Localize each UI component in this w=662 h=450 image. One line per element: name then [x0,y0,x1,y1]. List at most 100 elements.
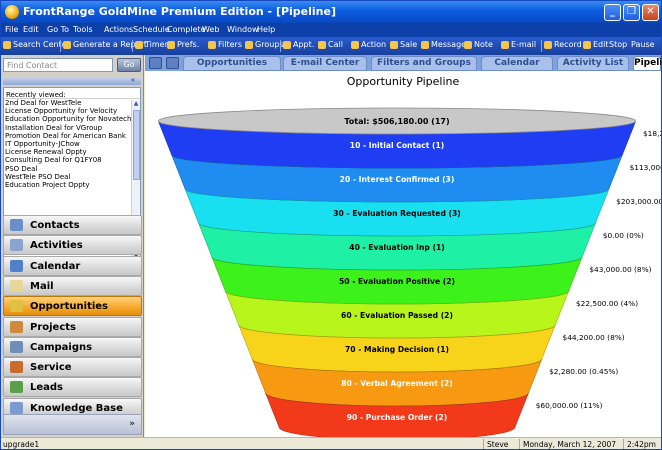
toolbar-label: Appt. [293,40,315,49]
tab-opportunities[interactable]: Opportunities [183,56,281,71]
toolbar-separator [541,40,542,52]
scroll-up-icon[interactable]: ▲ [132,100,140,108]
appointment-icon [283,41,291,49]
tab-menu-icon[interactable] [166,57,179,69]
goldmine-app-icon [5,5,19,19]
tab-activity-list[interactable]: Activity List [557,56,629,71]
nav-contacts[interactable]: Contacts [3,215,142,235]
toolbar-record-button[interactable]: Record [544,40,582,49]
funnel-stage-amount: $22,500.00 (4%) [576,299,638,308]
menu-complete[interactable]: Complete [167,25,206,34]
status-user: Steve [483,439,519,449]
scroll-thumb[interactable] [133,110,140,180]
toolbar-stop-button[interactable]: Stop [609,40,627,49]
nav-label: Leads [30,382,64,394]
toolbar-sale-button[interactable]: Sale [390,40,417,49]
nav-label: Calendar [30,260,81,272]
tab-calendar[interactable]: Calendar [481,56,553,71]
toolbar-label: Action [361,40,387,49]
menu-schedule[interactable]: Schedule [133,25,170,34]
activities-icon [10,239,23,252]
recently-viewed-header: Recently viewed: [4,88,140,99]
menu-file[interactable]: File [5,25,18,34]
nav-projects[interactable]: Projects [3,316,142,337]
nav-calendar[interactable]: Calendar [3,255,142,276]
edit-icon [583,41,591,49]
recent-item[interactable]: Education Opportunity for Novatech [4,115,131,123]
nav-service[interactable]: Service [3,357,142,378]
menu-go-to[interactable]: Go To [47,25,69,34]
recent-item[interactable]: Consulting Deal for Q1FY08 [4,156,131,164]
toolbar-label: Prefs. [177,40,200,49]
recent-item[interactable]: Promotion Deal for American Bank [4,132,131,140]
menu-window[interactable]: Window [227,25,259,34]
toolbar-separator [280,40,281,52]
tab-filters-and-groups[interactable]: Filters and Groups [371,56,477,71]
menu-help[interactable]: Help [257,25,275,34]
find-contact-input[interactable]: Find Contact [3,58,113,72]
title-bar[interactable]: FrontRange GoldMine Premium Edition - [P… [1,1,661,23]
tab-bar: Opportunities E-mail Center Filters and Gr… [145,55,661,71]
toolbar-label: E-mail [511,40,537,49]
grid-view-icon[interactable] [149,57,162,69]
toolbar-edit-button[interactable]: Edit [583,40,609,49]
tab-e-mail-center[interactable]: E-mail Center [283,56,367,71]
toolbar-prefs-button[interactable]: Prefs. [167,40,199,49]
toolbar-note-button[interactable]: Note [464,40,493,49]
toolbar-action-button[interactable]: Action [351,40,386,49]
nav-leads[interactable]: Leads [3,377,142,398]
pipeline-funnel-chart: Opportunity Pipeline Total: $506,180.00 (… [157,75,661,437]
filters-icon [208,41,216,49]
funnel-stage-label: 30 - Evaluation Requested (3) [333,209,461,218]
projects-icon [10,320,23,333]
menu-actions[interactable]: Actions [104,25,133,34]
menu-tools[interactable]: Tools [73,25,93,34]
minimize-button[interactable]: _ [604,4,621,21]
recent-item[interactable]: 2nd Deal for WestTele [4,99,131,107]
nav-opportunities[interactable]: Opportunities [3,296,142,317]
recent-item[interactable]: WestTele PSO Deal [4,173,131,181]
note-icon [464,41,472,49]
menu-edit[interactable]: Edit [23,25,39,34]
toolbar-call-button[interactable]: Call [318,40,343,49]
go-button[interactable]: Go [117,58,141,72]
status-date: Monday, March 12, 2007 [519,439,623,449]
recent-item[interactable]: License Opportunity for Velocity [4,107,131,115]
funnel-stage-amount: $0.00 (0%) [603,231,644,240]
recent-item[interactable]: License Renewal Oppty [4,148,131,156]
funnel-stage-label: 50 - Evaluation Positive (2) [339,277,455,286]
timer-icon [135,41,143,49]
nav-activities[interactable]: Activities [3,235,142,256]
service-icon [10,361,23,374]
toolbar-appt-button[interactable]: Appt. [283,40,314,49]
toolbar-label: Edit [593,40,609,49]
recent-item[interactable]: Installation Deal for VGroup [4,124,131,132]
nav-campaigns[interactable]: Campaigns [3,336,142,357]
menu-web[interactable]: Web [202,25,219,34]
toolbar-pause-button[interactable]: Pause [631,40,655,49]
prefs-icon [167,41,175,49]
maximize-button[interactable]: ❐ [623,4,640,21]
recent-item[interactable]: IT Opportunity-JChow [4,140,131,148]
toolbar-groups-button[interactable]: Groups [245,40,284,49]
funnel-stage-amount: $43,000.00 (8%) [589,265,651,274]
status-time: 2:42pm [623,439,661,449]
close-button[interactable]: ✕ [642,4,659,21]
recently-viewed-list: 2nd Deal for WestTele License Opportunity… [4,99,140,189]
nav-mail[interactable]: Mail [3,275,142,296]
more-nav-button[interactable]: » [3,414,142,435]
nav-label: Campaigns [30,341,93,353]
menu-bar: File Edit Go To Tools Actions Schedule Complet… [1,23,661,37]
message-icon [421,41,429,49]
status-bar: upgrade1 Steve Monday, March 12, 2007 2:… [1,437,661,449]
toolbar-message-button[interactable]: Message [421,40,466,49]
toolbar-timer-button[interactable]: Timer [135,40,168,49]
funnel-stage-amount: $44,200.00 (8%) [563,333,625,342]
pipeline-title: Opportunity Pipeline [347,75,460,88]
toolbar-filters-button[interactable]: Filters [208,40,242,49]
recent-item[interactable]: Education Project Oppty [4,181,131,189]
tab-pipeline[interactable]: Pipeline [633,56,661,71]
recent-item[interactable]: PSO Deal [4,165,131,173]
toolbar-e-mail-button[interactable]: E-mail [501,40,536,49]
collapse-recent-button[interactable]: « [3,77,141,85]
